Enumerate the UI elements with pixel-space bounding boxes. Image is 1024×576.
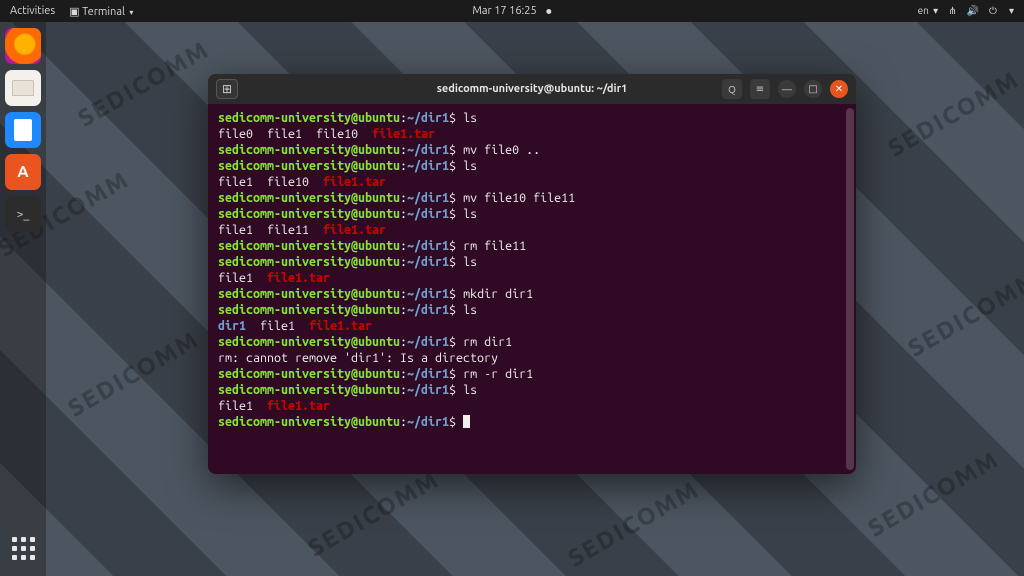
chevron-down-icon: ▾ xyxy=(129,8,133,17)
watermark-text: SEDICOMM xyxy=(903,265,1024,362)
gnome-top-bar: Activities ▣ Terminal ▾ Mar 17 16:25 en … xyxy=(0,0,1024,22)
terminal-output[interactable]: sedicomm-university@ubuntu:~/dir1$ ls fi… xyxy=(208,104,856,474)
close-button[interactable]: ✕ xyxy=(830,80,848,98)
watermark-text: SEDICOMM xyxy=(303,465,444,562)
watermark-text: SEDICOMM xyxy=(73,35,214,132)
chevron-down-icon: ▾ xyxy=(933,5,938,17)
network-icon[interactable]: ⋔ xyxy=(948,5,956,17)
dock xyxy=(0,22,46,576)
terminal-scrollbar[interactable] xyxy=(846,108,854,470)
terminal-cursor xyxy=(463,415,470,428)
search-icon: Q xyxy=(728,84,736,95)
dock-libreoffice[interactable] xyxy=(5,112,41,148)
input-source-label: en xyxy=(918,5,929,16)
app-menu[interactable]: ▣ Terminal ▾ xyxy=(69,5,133,18)
watermark-text: SEDICOMM xyxy=(863,445,1004,542)
input-source[interactable]: en ▾ xyxy=(918,5,939,17)
terminal-window: ⊞ sedicomm-university@ubuntu: ~/dir1 Q ≡… xyxy=(208,74,856,474)
watermark-text: SEDICOMM xyxy=(563,475,704,572)
hamburger-icon: ≡ xyxy=(756,83,764,95)
clock-label: Mar 17 16:25 xyxy=(472,5,536,17)
app-menu-label: Terminal xyxy=(82,6,125,18)
dock-terminal[interactable] xyxy=(5,196,41,232)
watermark-text: SEDICOMM xyxy=(63,325,204,422)
maximize-button[interactable]: □ xyxy=(804,80,822,98)
window-title: sedicomm-university@ubuntu: ~/dir1 xyxy=(437,83,628,95)
activities-button[interactable]: Activities xyxy=(10,5,55,17)
clock[interactable]: Mar 17 16:25 xyxy=(472,5,551,17)
dock-files[interactable] xyxy=(5,70,41,106)
watermark-text: SEDICOMM xyxy=(883,65,1024,162)
window-titlebar[interactable]: ⊞ sedicomm-university@ubuntu: ~/dir1 Q ≡… xyxy=(208,74,856,104)
notification-dot-icon xyxy=(547,9,552,14)
dock-ubuntu-software[interactable] xyxy=(5,154,41,190)
menu-button[interactable]: ≡ xyxy=(750,79,770,99)
search-button[interactable]: Q xyxy=(722,79,742,99)
show-applications-button[interactable] xyxy=(5,530,41,566)
volume-icon[interactable]: 🔊 xyxy=(967,5,979,17)
dock-firefox[interactable] xyxy=(5,28,41,64)
plus-tab-icon: ⊞ xyxy=(222,82,232,96)
chevron-down-icon: ▾ xyxy=(1009,5,1014,17)
terminal-icon: ▣ xyxy=(69,6,79,18)
power-icon[interactable]: ⏻ xyxy=(989,5,997,17)
new-tab-button[interactable]: ⊞ xyxy=(216,79,238,99)
minimize-button[interactable]: — xyxy=(778,80,796,98)
